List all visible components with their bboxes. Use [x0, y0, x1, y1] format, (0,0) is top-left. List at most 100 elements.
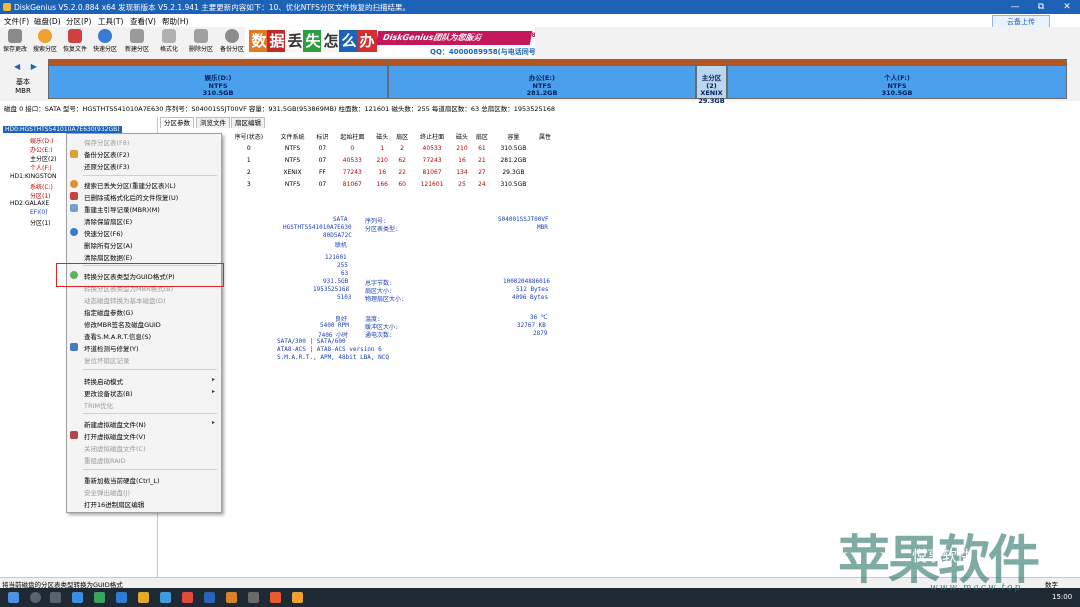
- diskgenius-taskbar-icon[interactable]: [292, 592, 303, 603]
- start-icon[interactable]: [8, 592, 19, 603]
- menu-partition[interactable]: 分区(P): [66, 16, 91, 27]
- partition-block[interactable]: 个人(F:) NTFS 310.5GB: [727, 59, 1067, 99]
- edge-icon[interactable]: [72, 592, 83, 603]
- tree-disk-hd1[interactable]: HD1:KINGSTON: [10, 173, 57, 180]
- menu-item-change-device-state[interactable]: 更改设备状态(B): [84, 388, 133, 398]
- tab-browse-files[interactable]: 浏览文件: [196, 117, 230, 128]
- quick-partition-button[interactable]: 快速分区: [93, 28, 117, 56]
- menu-item-view-smart[interactable]: 查看S.M.A.R.T.信息(S): [84, 331, 151, 341]
- banner-char: 怎: [321, 30, 341, 52]
- delete-partition-button[interactable]: 删除分区: [189, 28, 213, 56]
- banner-phone: 电话：400-008-9958: [471, 32, 535, 39]
- menu-item-bad-sector-check[interactable]: 坏道检测与修复(Y): [84, 343, 139, 353]
- search-partition-button[interactable]: 搜索分区: [33, 28, 57, 56]
- table-cell: 22: [398, 168, 406, 176]
- tree-disk-hd2[interactable]: HD2:GALAXE: [10, 200, 49, 207]
- table-row[interactable]: 3 NTFS 07 81067 166 60 121601 25 24 310.5GB: [225, 178, 555, 190]
- tree-partition[interactable]: 个人(F:): [30, 163, 52, 172]
- table-cell: 21: [478, 156, 486, 164]
- format-button[interactable]: 格式化: [157, 28, 181, 56]
- menu-item-clear-reserved-sectors[interactable]: 清除保留扇区(E): [84, 216, 132, 226]
- table-row[interactable]: 1 NTFS 07 40533 210 62 77243 16 21 281.2GB: [225, 154, 555, 166]
- menu-item-recover-deleted-files[interactable]: 已删除或格式化后的文件恢复(U): [84, 192, 178, 202]
- menu-item-dynamic-to-basic[interactable]: 动态磁盘转换为基本磁盘(D): [84, 295, 166, 305]
- table-cell: 07: [318, 156, 327, 164]
- minimize-button[interactable]: —: [1002, 0, 1028, 14]
- table-cell: [535, 142, 555, 154]
- disk-nav-arrows[interactable]: ◀ ▶: [14, 62, 41, 71]
- watermark-subtext: 悦享软件: [912, 547, 973, 565]
- menu-item-new-virtual-disk[interactable]: 新建虚拟磁盘文件(N): [84, 419, 146, 429]
- menu-item-open-virtual-disk[interactable]: 打开虚拟磁盘文件(V): [84, 431, 146, 441]
- format-icon: [162, 29, 176, 43]
- task-view-icon[interactable]: [50, 592, 61, 603]
- menu-item-convert-boot-mode[interactable]: 转换启动模式: [84, 376, 123, 386]
- menu-item-hex-sector-editor[interactable]: 打开16进制扇区编辑: [84, 499, 144, 509]
- menu-item-save-partition-table[interactable]: 保存分区表(F8): [84, 137, 129, 147]
- menu-file[interactable]: 文件(F): [4, 16, 29, 27]
- menu-item-restore-partition-table[interactable]: 还原分区表(F3): [84, 161, 129, 171]
- cache-size-value: 32767 KB: [517, 322, 546, 329]
- table-cell: 07: [318, 144, 327, 152]
- tools-icon: [70, 343, 78, 351]
- menu-view[interactable]: 查看(V): [130, 16, 156, 27]
- menu-item-reassemble-raid[interactable]: 重组虚拟RAID: [84, 455, 126, 465]
- partition-type-value: MBR: [537, 224, 548, 231]
- menu-help[interactable]: 帮助(H): [162, 16, 189, 27]
- partition-block[interactable]: 主分区(2) XENIX 29.3GB: [696, 59, 727, 104]
- tab-partition-params[interactable]: 分区参数: [160, 117, 194, 128]
- folder-icon[interactable]: [138, 592, 149, 603]
- tree-partition[interactable]: 主分区(2): [30, 154, 57, 163]
- menu-item-delete-all-partitions[interactable]: 删除所有分区(A): [84, 240, 133, 250]
- maximize-button[interactable]: ⧉: [1028, 0, 1054, 14]
- save-changes-button[interactable]: 保存更改: [3, 28, 27, 56]
- menu-item-backup-partition-table[interactable]: 备份分区表(F2): [84, 149, 129, 159]
- backup-partition-button[interactable]: 备份分区: [220, 28, 244, 56]
- app-icon[interactable]: [204, 592, 215, 603]
- menu-item-modify-mbr-signature[interactable]: 修改MBR签名及磁盘GUID: [84, 319, 161, 329]
- table-cell: 81067: [342, 180, 362, 188]
- app-icon[interactable]: [248, 592, 259, 603]
- menu-item-reset-bad-sectors[interactable]: 复位坏扇区记录: [84, 355, 130, 365]
- banner-char: 数: [249, 30, 269, 52]
- tree-disk-hd0[interactable]: HD0:HGSTHTS541010A7E630(932GB): [3, 126, 122, 133]
- menu-tools[interactable]: 工具(T): [98, 16, 123, 27]
- app-icon[interactable]: [226, 592, 237, 603]
- partition-block[interactable]: 办公(E:) NTFS 281.2GB: [388, 59, 696, 99]
- app-icon[interactable]: [160, 592, 171, 603]
- recover-files-button[interactable]: 恢复文件: [63, 28, 87, 56]
- table-cell: [535, 154, 555, 166]
- menu-item-rebuild-mbr[interactable]: 重建主引导记录(MBR)(M): [84, 204, 160, 214]
- taskbar-clock: 15:00: [1052, 593, 1073, 601]
- partition-block[interactable]: 娱乐(D:) NTFS 310.5GB: [48, 59, 388, 99]
- app-icon[interactable]: [270, 592, 281, 603]
- menu-item-specify-disk-params[interactable]: 指定磁盘参数(G): [84, 307, 133, 317]
- column-header: 起始柱面: [340, 133, 365, 141]
- tree-partition[interactable]: 办公(E:): [30, 145, 53, 154]
- ad-banner[interactable]: 数 据 丢 失 怎 么 办 DiskGenius团队为您服务 电话：400-00…: [245, 27, 535, 57]
- tab-sector-edit[interactable]: 扇区编辑: [231, 117, 265, 128]
- app-icon[interactable]: [116, 592, 127, 603]
- menu-item-safe-eject[interactable]: 安全弹出磁盘(J): [84, 487, 130, 497]
- tree-partition[interactable]: EFI(0): [30, 209, 48, 216]
- app-icon[interactable]: [182, 592, 193, 603]
- table-row[interactable]: 0 NTFS 07 0 1 2 40533 210 61 310.5GB: [225, 142, 555, 154]
- menu-disk[interactable]: 磁盘(D): [34, 16, 61, 27]
- menu-item-close-virtual-disk[interactable]: 关闭虚拟磁盘文件(C): [84, 443, 146, 453]
- search-icon[interactable]: [30, 592, 41, 603]
- menu-item-trim-optimize[interactable]: TRIM优化: [84, 400, 113, 410]
- menu-item-clear-sector-data[interactable]: 清除扇区数据(E): [84, 252, 132, 262]
- menu-item-quick-partition[interactable]: 快速分区(F6): [84, 228, 123, 238]
- disk-id-value: 80D5A72C: [323, 232, 352, 239]
- table-row[interactable]: 2 XENIX FF 77243 16 22 81067 134 27 29.3GB: [225, 166, 555, 178]
- new-partition-button[interactable]: 新建分区: [125, 28, 149, 56]
- column-header: 标识: [316, 133, 329, 141]
- menu-item-reload-disk[interactable]: 重新加载当前硬盘(Ctrl_L): [84, 475, 160, 485]
- tree-partition[interactable]: 娱乐(D:): [30, 136, 53, 145]
- tree-partition[interactable]: 分区(1): [30, 191, 51, 200]
- wechat-icon[interactable]: [94, 592, 105, 603]
- tree-partition[interactable]: 分区(1): [30, 218, 51, 227]
- tree-partition[interactable]: 系统(C:): [30, 182, 53, 191]
- menu-item-search-lost-partitions[interactable]: 搜索已丢失分区(重建分区表)(L): [84, 180, 176, 190]
- close-button[interactable]: ✕: [1054, 0, 1080, 14]
